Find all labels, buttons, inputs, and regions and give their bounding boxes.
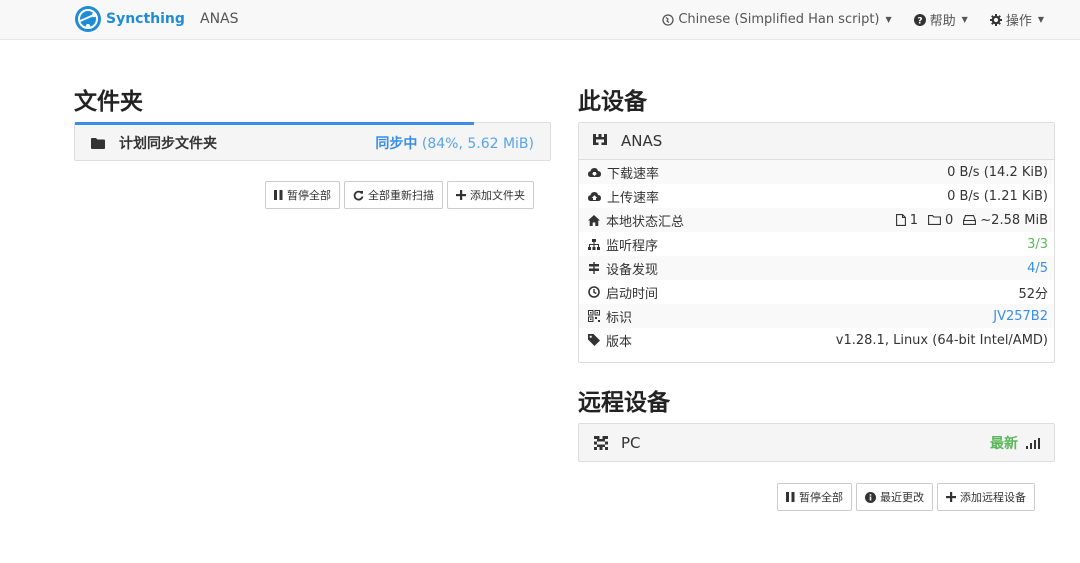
- discovery-label: 设备发现: [606, 262, 659, 278]
- uptime-row: 启动时间 52分: [579, 280, 1054, 304]
- folder-status: 同步中 (84%, 5.62 MiB): [375, 133, 534, 153]
- folder-label: 计划同步文件夹: [119, 136, 217, 152]
- discovery-row: 设备发现 4/5: [579, 256, 1054, 280]
- navbar-device-name: ANAS: [200, 11, 239, 27]
- cloud-upload-icon: [588, 192, 601, 201]
- pause-icon: [274, 190, 283, 200]
- local-size: ~2.58 MiB: [980, 212, 1048, 228]
- local-dirs-count: 0: [945, 212, 954, 228]
- folder-status-detail: (84%, 5.62 MiB): [421, 136, 534, 152]
- remote-device-status: 最新: [990, 433, 1040, 453]
- actions-label: 操作: [1005, 14, 1032, 29]
- add-remote-device-label: 添加远程设备: [960, 491, 1026, 504]
- version-row: 版本 v1.28.1, Linux (64-bit Intel/AMD): [579, 328, 1054, 352]
- actions-menu[interactable]: 操作 ▼: [989, 10, 1044, 29]
- language-label: Chinese (Simplified Han script): [678, 12, 880, 27]
- download-rate-label: 下载速率: [607, 166, 660, 182]
- chevron-down-icon: ▼: [961, 15, 968, 24]
- gear-icon: [989, 13, 1002, 26]
- chevron-down-icon: ▼: [1037, 15, 1044, 24]
- local-state-value: 1 0 ~2.58 MiB: [895, 212, 1048, 228]
- brand[interactable]: Syncthing: [74, 5, 185, 33]
- sitemap-icon: [588, 238, 600, 250]
- upload-rate-value: 0 B/s (1.21 KiB): [947, 188, 1048, 204]
- signal-strength-icon: [1026, 437, 1040, 449]
- syncthing-logo-icon: [75, 6, 101, 32]
- listeners-row: 监听程序 3/3: [579, 232, 1054, 256]
- cloud-download-icon: [588, 168, 601, 177]
- file-icon: [895, 214, 906, 226]
- remote-status-text: 最新: [990, 436, 1018, 452]
- this-device-name: ANAS: [621, 132, 663, 150]
- uptime-label: 启动时间: [606, 286, 659, 302]
- pause-icon: [786, 492, 795, 502]
- device-id-row: 标识 JV257B2: [579, 304, 1054, 328]
- device-id-label: 标识: [606, 310, 633, 326]
- language-menu[interactable]: Chinese (Simplified Han script) ▼: [662, 12, 892, 27]
- listeners-label: 监听程序: [606, 238, 659, 254]
- folder-actions: 暂停全部 全部重新扫描 添加文件夹: [265, 181, 534, 209]
- tag-icon: [588, 334, 600, 346]
- help-menu[interactable]: ? 帮助 ▼: [913, 10, 968, 29]
- home-icon: [588, 214, 600, 226]
- folder-icon: [91, 137, 105, 149]
- help-label: 帮助: [929, 14, 956, 29]
- version-label: 版本: [606, 334, 633, 350]
- recent-changes-label: 最近更改: [880, 491, 924, 504]
- version-value: v1.28.1, Linux (64-bit Intel/AMD): [835, 332, 1048, 348]
- folder-status-text: 同步中: [375, 136, 418, 152]
- folders-heading: 文件夹: [74, 89, 143, 115]
- this-device-panel: ANAS 下载速率 0 B/s (14.2 KiB) 上传速率 0 B/s (1…: [578, 122, 1055, 363]
- device-identicon-icon: [593, 134, 607, 146]
- download-rate-row: 下载速率 0 B/s (14.2 KiB): [579, 160, 1054, 184]
- plus-icon: [946, 492, 956, 502]
- chevron-down-icon: ▼: [885, 15, 892, 24]
- local-state-row: 本地状态汇总 1 0 ~2.58 MiB: [579, 208, 1054, 232]
- local-state-label: 本地状态汇总: [606, 214, 685, 230]
- download-rate-value: 0 B/s (14.2 KiB): [947, 164, 1048, 180]
- plus-icon: [456, 190, 466, 200]
- upload-rate-row: 上传速率 0 B/s (1.21 KiB): [579, 184, 1054, 208]
- svg-text:?: ?: [917, 16, 922, 26]
- brand-name: Syncthing: [106, 11, 185, 27]
- rescan-all-label: 全部重新扫描: [368, 189, 434, 202]
- local-files-count: 1: [909, 212, 918, 228]
- this-device-heading: 此设备: [578, 89, 647, 115]
- info-circle-icon: [865, 491, 876, 503]
- signpost-icon: [589, 262, 599, 274]
- rescan-all-button[interactable]: 全部重新扫描: [344, 181, 443, 209]
- pause-all-label: 暂停全部: [287, 189, 331, 202]
- add-folder-label: 添加文件夹: [470, 189, 525, 202]
- pause-all-devices-button[interactable]: 暂停全部: [777, 483, 852, 511]
- remote-identicon-icon: [594, 436, 608, 450]
- remote-device-name: PC: [621, 434, 641, 452]
- add-folder-button[interactable]: 添加文件夹: [447, 181, 534, 209]
- discovery-value[interactable]: 4/5: [1027, 261, 1048, 276]
- refresh-icon: [353, 190, 364, 200]
- folder-progress-bar: [75, 122, 474, 125]
- this-device-header[interactable]: ANAS: [579, 123, 1054, 160]
- listeners-value[interactable]: 3/3: [1027, 237, 1048, 252]
- qrcode-icon: [588, 310, 600, 322]
- navbar: Syncthing ANAS Chinese (Simplified Han s…: [0, 0, 1080, 40]
- pause-all-devices-label: 暂停全部: [799, 491, 843, 504]
- uptime-value: 52分: [1018, 286, 1048, 302]
- remote-actions: 暂停全部 最近更改 添加远程设备: [777, 483, 1035, 511]
- folder-panel[interactable]: 计划同步文件夹 同步中 (84%, 5.62 MiB): [74, 122, 551, 161]
- remote-device-panel[interactable]: PC 最新: [578, 423, 1055, 462]
- clock-icon: [588, 286, 600, 298]
- add-remote-device-button[interactable]: 添加远程设备: [937, 483, 1035, 511]
- hdd-icon: [963, 215, 977, 225]
- globe-icon: [662, 13, 675, 26]
- upload-rate-label: 上传速率: [607, 190, 660, 206]
- recent-changes-button[interactable]: 最近更改: [856, 483, 933, 511]
- folder-outline-icon: [928, 215, 941, 225]
- question-circle-icon: ?: [913, 13, 926, 26]
- remote-devices-heading: 远程设备: [578, 390, 670, 416]
- pause-all-folders-button[interactable]: 暂停全部: [265, 181, 340, 209]
- device-id-value[interactable]: JV257B2: [993, 309, 1048, 324]
